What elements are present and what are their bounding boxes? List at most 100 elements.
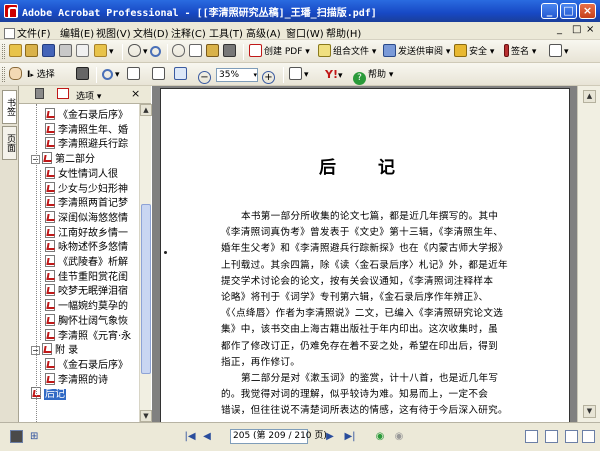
last-page-button[interactable]: ▶|: [343, 430, 357, 444]
save-button[interactable]: [42, 44, 57, 60]
bookmark-section[interactable]: − 第二部分: [31, 152, 95, 166]
bookmark-item[interactable]: 李清照的诗: [45, 372, 108, 387]
tab-bookmarks[interactable]: 书签: [2, 90, 17, 124]
bookmark-item[interactable]: 咏物述怀多悠情: [45, 240, 128, 254]
next-page-button[interactable]: ▶: [323, 430, 337, 444]
forms-button[interactable]: ▾: [549, 44, 569, 60]
maximize-button[interactable]: □: [560, 3, 577, 19]
document-view[interactable]: 后 记 本书第一部分所收集的论文七篇，都是近几年撰写的。其中 《李清照词真伪考》曾…: [152, 86, 577, 422]
bookmark-item[interactable]: 胸怀壮阔气象恢: [45, 313, 128, 328]
continuous-icon[interactable]: [545, 430, 558, 443]
minimize-button[interactable]: _: [541, 3, 558, 19]
paste-button[interactable]: [206, 44, 221, 60]
bookmark-item[interactable]: 《金石录后序》: [45, 357, 128, 372]
scroll-up-button[interactable]: ▲: [140, 104, 152, 116]
page-number-field[interactable]: 205 (第 209 / 210 页): [230, 429, 327, 444]
actual-size-button[interactable]: [127, 67, 142, 83]
scroll-thumb[interactable]: [141, 204, 151, 374]
stamp-button[interactable]: [223, 44, 238, 60]
print-button[interactable]: [59, 44, 74, 60]
new-bookmark-button[interactable]: [57, 88, 69, 102]
bookmark-icon: [45, 255, 55, 267]
bookmark-item[interactable]: 李清照《元宵·永: [45, 328, 131, 343]
bookmark-item[interactable]: 李清照生年、婚: [45, 122, 128, 137]
select-tool-button[interactable]: I▸ 选择: [27, 67, 55, 83]
bookmark-icon: [45, 284, 55, 297]
expand-icon[interactable]: ⊞: [30, 430, 43, 443]
upload-button[interactable]: ▾: [94, 44, 114, 60]
send-review-button[interactable]: 发送供审阅 ▾: [383, 44, 450, 60]
create-pdf-button[interactable]: 创建 PDF ▾: [249, 44, 310, 60]
zoom-input[interactable]: 35% ▾: [216, 68, 258, 82]
single-page-icon[interactable]: [525, 430, 538, 443]
menu-tools[interactable]: 工具(T): [209, 25, 243, 40]
doc-close-button[interactable]: ×: [586, 24, 594, 35]
menu-advanced[interactable]: 高级(A): [246, 25, 281, 40]
copy-button[interactable]: [189, 44, 204, 60]
bookmark-item[interactable]: 江南好故乡情一: [45, 225, 128, 240]
pdf-page[interactable]: 后 记 本书第一部分所收集的论文七篇，都是近几年撰写的。其中 《李清照词真伪考》曾…: [160, 88, 570, 422]
facing-pages-icon[interactable]: [565, 430, 578, 443]
bookmark-item[interactable]: 李清照两首记梦: [45, 196, 128, 210]
secure-button[interactable]: 安全 ▾: [454, 44, 494, 60]
toolbar-grip[interactable]: [2, 67, 5, 82]
document-scrollbar[interactable]: ▲ ▼: [577, 86, 600, 422]
bookmark-item[interactable]: 女性情词人很: [45, 166, 118, 181]
first-page-button[interactable]: |◀: [183, 430, 197, 444]
zoom-out-button[interactable]: −: [198, 67, 213, 84]
bookmark-item[interactable]: 深闺似海悠悠情: [45, 210, 128, 225]
menu-edit[interactable]: 编辑(E): [60, 25, 94, 40]
delete-bookmark-button[interactable]: [35, 88, 44, 102]
bookmark-icon: [45, 137, 55, 150]
previous-view-button[interactable]: ◉: [373, 430, 387, 444]
menu-comments[interactable]: 注释(C): [171, 25, 206, 40]
cut-button[interactable]: [172, 44, 187, 60]
bookmark-item[interactable]: 李清照避兵行踪: [45, 137, 128, 151]
close-panel-button[interactable]: ×: [131, 87, 140, 100]
attach-button[interactable]: ▾: [128, 44, 148, 60]
acrobat-app-icon[interactable]: [4, 4, 18, 18]
open-button[interactable]: [9, 44, 24, 60]
screen-icon[interactable]: [10, 430, 23, 443]
bookmark-section[interactable]: − 附 录: [31, 343, 78, 357]
menu-view[interactable]: 视图(V): [96, 25, 131, 40]
zoom-in-tool-button[interactable]: ▾: [102, 67, 120, 83]
help-button[interactable]: ? 帮助 ▾: [353, 67, 393, 85]
tab-pages[interactable]: 页面: [2, 126, 17, 160]
bookmark-item[interactable]: 一幅婉约莫孕的: [45, 299, 128, 313]
snapshot-button[interactable]: [76, 67, 91, 83]
menu-file[interactable]: 文件(F): [4, 25, 51, 40]
yahoo-search-button[interactable]: Y!▾: [325, 67, 343, 83]
close-button[interactable]: ×: [579, 3, 596, 19]
organizer-button[interactable]: [25, 44, 40, 60]
zoom-in-button[interactable]: +: [262, 67, 277, 84]
menu-document[interactable]: 文档(D): [133, 25, 169, 40]
sign-button[interactable]: 签名 ▾: [504, 44, 536, 60]
previous-page-button[interactable]: ◀: [200, 430, 214, 444]
email-button[interactable]: [76, 44, 91, 60]
doc-restore-button[interactable]: □: [572, 24, 581, 35]
toolbar-grip[interactable]: [2, 44, 5, 59]
bookmark-item[interactable]: 《武陵春》析解: [45, 255, 128, 269]
bookmark-item[interactable]: 少女与少妇形神: [45, 181, 128, 196]
doc-scroll-up-button[interactable]: ▲: [583, 90, 596, 103]
fit-page-button[interactable]: [152, 67, 167, 83]
save-icon: [42, 44, 55, 57]
doc-minimize-button[interactable]: _: [557, 24, 562, 35]
bookmark-item[interactable]: 咬梦无眠弹泪宿: [45, 284, 128, 298]
bookmark-options-button[interactable]: 选项 ▾: [76, 89, 101, 102]
rotate-button[interactable]: ▾: [289, 67, 309, 83]
scroll-down-button[interactable]: ▼: [140, 410, 152, 422]
hand-tool-button[interactable]: [9, 67, 24, 83]
bookmark-item[interactable]: 《金石录后序》: [45, 108, 128, 122]
bookmarks-scrollbar[interactable]: ▲ ▼: [139, 104, 152, 422]
search-button[interactable]: [150, 44, 163, 60]
menu-window[interactable]: 窗口(W): [286, 25, 324, 40]
doc-scroll-down-button[interactable]: ▼: [583, 405, 596, 418]
continuous-facing-icon[interactable]: [582, 430, 595, 443]
fit-width-button[interactable]: [174, 67, 189, 83]
next-view-button[interactable]: ◉: [392, 430, 406, 444]
menu-help[interactable]: 帮助(H): [326, 25, 361, 40]
bookmark-item[interactable]: 佳节重阳赏花闺: [45, 269, 128, 284]
combine-button[interactable]: 组合文件 ▾: [318, 44, 376, 60]
